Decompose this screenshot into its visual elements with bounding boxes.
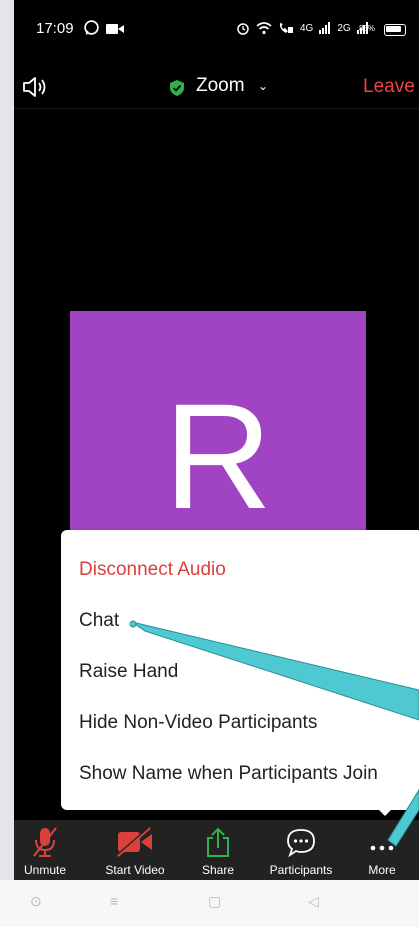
more-label: More [368, 863, 396, 877]
participants-label: Participants [269, 863, 333, 877]
share-label: Share [201, 863, 235, 877]
meeting-header: Zoom ⌄ Leave [14, 60, 419, 109]
menu-nav-icon[interactable]: ≡ [110, 893, 118, 909]
start-video-label: Start Video [105, 863, 165, 877]
menu-item-raise-hand[interactable]: Raise Hand [79, 652, 178, 692]
meeting-toolbar: Unmute Start Video Share Participants Mo… [14, 820, 419, 880]
participants-icon [287, 829, 315, 858]
network-4g: 4G [300, 22, 314, 34]
shield-check-icon [170, 80, 184, 96]
share-icon [207, 827, 229, 857]
leave-button[interactable]: Leave [363, 76, 415, 98]
video-off-icon [117, 827, 152, 857]
video-status-icon [106, 24, 124, 34]
status-time: 17:09 [36, 20, 74, 37]
home-nav-icon[interactable]: ▢ [208, 893, 221, 910]
whatsapp-icon [84, 20, 99, 35]
phone-frame: 17:09 4G 2G 83% Zoom ⌄ Leave R Disconnec… [0, 0, 419, 927]
status-bar: 17:09 4G 2G 83% [14, 0, 419, 60]
wifi-icon [256, 22, 272, 35]
status-icons: 4G 2G [236, 21, 369, 35]
menu-pointer [377, 808, 393, 816]
left-frame-strip [0, 0, 14, 927]
meeting-title[interactable]: Zoom [196, 75, 245, 97]
share-button[interactable]: Share [192, 820, 244, 880]
network-2g: 2G [337, 22, 351, 34]
back-nav-icon[interactable]: ◁ [308, 893, 319, 910]
menu-item-hide-non-video[interactable]: Hide Non-Video Participants [79, 703, 317, 743]
zoom-meeting-screen: 17:09 4G 2G 83% Zoom ⌄ Leave R Disconnec… [14, 0, 419, 880]
speaker-icon[interactable] [22, 76, 50, 98]
system-nav-bar: ⊙ ≡ ▢ ◁ [0, 880, 419, 927]
participants-button[interactable]: Participants [258, 820, 344, 880]
unmute-label: Unmute [23, 863, 67, 877]
menu-item-show-name[interactable]: Show Name when Participants Join [79, 754, 378, 794]
unmute-button[interactable]: Unmute [14, 820, 76, 880]
menu-item-chat[interactable]: Chat [79, 601, 119, 641]
mic-muted-icon [33, 827, 57, 857]
battery-icon [384, 24, 406, 36]
more-button[interactable]: More [358, 820, 406, 880]
volte-call-icon [279, 23, 293, 33]
assistant-nav-icon[interactable]: ⊙ [30, 893, 42, 910]
chevron-down-icon[interactable]: ⌄ [258, 79, 268, 93]
menu-item-disconnect-audio[interactable]: Disconnect Audio [79, 550, 226, 590]
more-menu: Disconnect Audio Chat Raise Hand Hide No… [61, 530, 419, 810]
alarm-icon [237, 23, 249, 35]
avatar-initial: R [163, 372, 273, 540]
battery-percent: 83% [359, 24, 376, 33]
more-icon [370, 845, 394, 851]
signal-icon [319, 22, 331, 34]
start-video-button[interactable]: Start Video [92, 820, 178, 880]
